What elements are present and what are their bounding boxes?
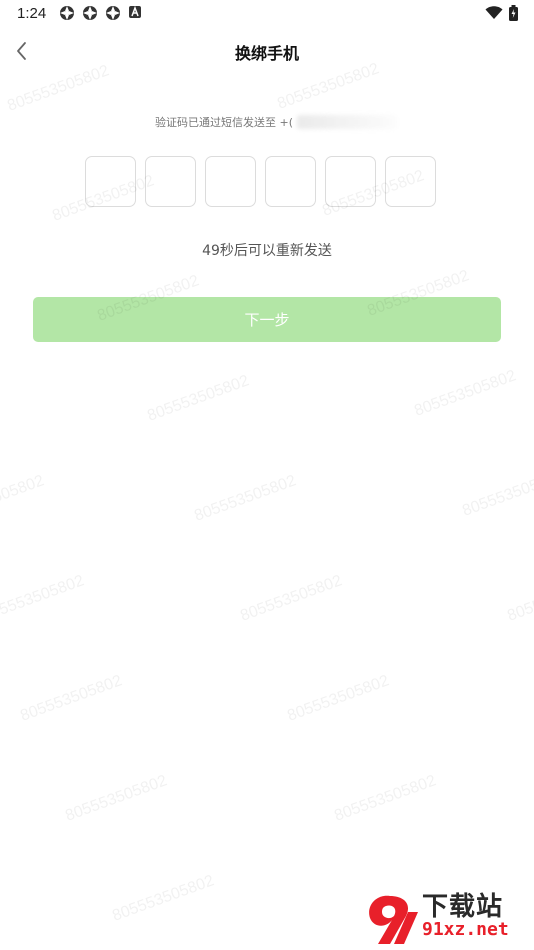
site-logo: 下载站 91xz.net — [360, 886, 530, 948]
watermark: 805553505802 — [110, 872, 217, 925]
notification-icons — [59, 5, 142, 21]
font-a-icon — [129, 5, 141, 18]
code-digit-box[interactable] — [145, 156, 196, 207]
wifi-icon — [485, 6, 503, 19]
sms-sent-text: 验证码已通过短信发送至 +( — [155, 116, 294, 129]
code-digit-box[interactable] — [205, 156, 256, 207]
app-notification-icon — [106, 6, 120, 20]
logo-mark-icon — [369, 895, 418, 944]
watermark: 805553505802 — [238, 572, 345, 625]
watermark: 805553505802 — [285, 672, 392, 725]
battery-icon — [509, 5, 518, 21]
watermark: 805553505802 — [332, 772, 439, 825]
code-digit-box[interactable] — [385, 156, 436, 207]
app-notification-icon — [60, 6, 74, 20]
status-bar: 1:24 — [0, 0, 534, 28]
system-icons — [485, 5, 518, 21]
next-step-button[interactable]: 下一步 — [33, 297, 501, 342]
sms-sent-notice: 验证码已通过短信发送至 +( — [155, 114, 398, 130]
watermark: 805553505802 — [63, 772, 170, 825]
watermark: 805553505802 — [460, 467, 534, 520]
watermark: 805553505802 — [412, 367, 519, 420]
code-digit-box[interactable] — [265, 156, 316, 207]
watermark: 805553505802 — [192, 472, 299, 525]
watermark-layer: 805553505802 805553505802 805553505802 8… — [0, 0, 534, 950]
code-digit-box[interactable] — [85, 156, 136, 207]
app-notification-icon — [83, 6, 97, 20]
page-title: 换绑手机 — [234, 44, 299, 63]
logo-site: 91xz.net — [422, 919, 509, 940]
resend-countdown: 49秒后可以重新发送 — [202, 243, 332, 259]
verification-code-input[interactable] — [85, 156, 436, 207]
watermark: 805553505802 — [18, 672, 125, 725]
watermark: 805553505802 — [505, 572, 534, 625]
status-time: 1:24 — [17, 5, 47, 22]
watermark: 805553505802 — [145, 372, 252, 425]
watermark: 805553505802 — [0, 472, 47, 525]
nav-bar: 换绑手机 — [0, 30, 534, 72]
logo-name: 下载站 — [422, 892, 504, 922]
watermark: 805553505802 — [0, 572, 87, 625]
masked-phone-number — [297, 115, 398, 129]
code-digit-box[interactable] — [325, 156, 376, 207]
